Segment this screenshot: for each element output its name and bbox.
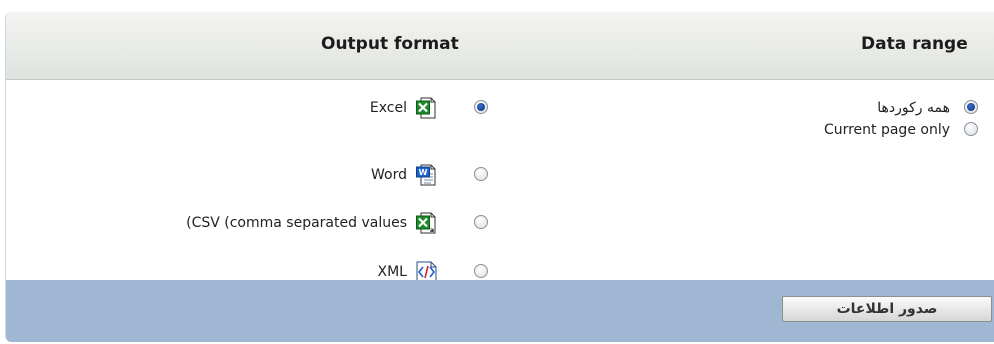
options-area: Excel Word W (CSV (comma separated value… [6,85,994,283]
csv-label: (CSV (comma separated values [186,215,407,231]
panel-header: Output format Data range [6,12,994,80]
word-label: Word [371,167,407,183]
all-records-radio[interactable] [964,100,978,114]
csv-radio[interactable] [474,215,488,229]
svg-text:W: W [419,168,428,177]
svg-text:a: a [430,227,434,234]
output-format-title: Output format [321,34,459,54]
export-panel: Output format Data range Excel Word W (C… [5,12,994,342]
data-range-title: Data range [861,34,968,54]
excel-radio[interactable] [474,100,488,114]
excel-file-icon [416,97,436,119]
excel-label: Excel [369,100,407,116]
csv-file-icon: a [416,212,436,234]
panel-footer: صدور اطلاعات [6,280,994,342]
all-records-label: همه رکوردها [877,100,950,116]
xml-radio[interactable] [474,264,488,278]
word-file-icon: W [416,164,436,186]
current-page-radio[interactable] [964,122,978,136]
export-data-button[interactable]: صدور اطلاعات [782,296,992,322]
current-page-label: Current page only [823,122,950,138]
xml-label: XML [377,264,407,280]
word-radio[interactable] [474,167,488,181]
